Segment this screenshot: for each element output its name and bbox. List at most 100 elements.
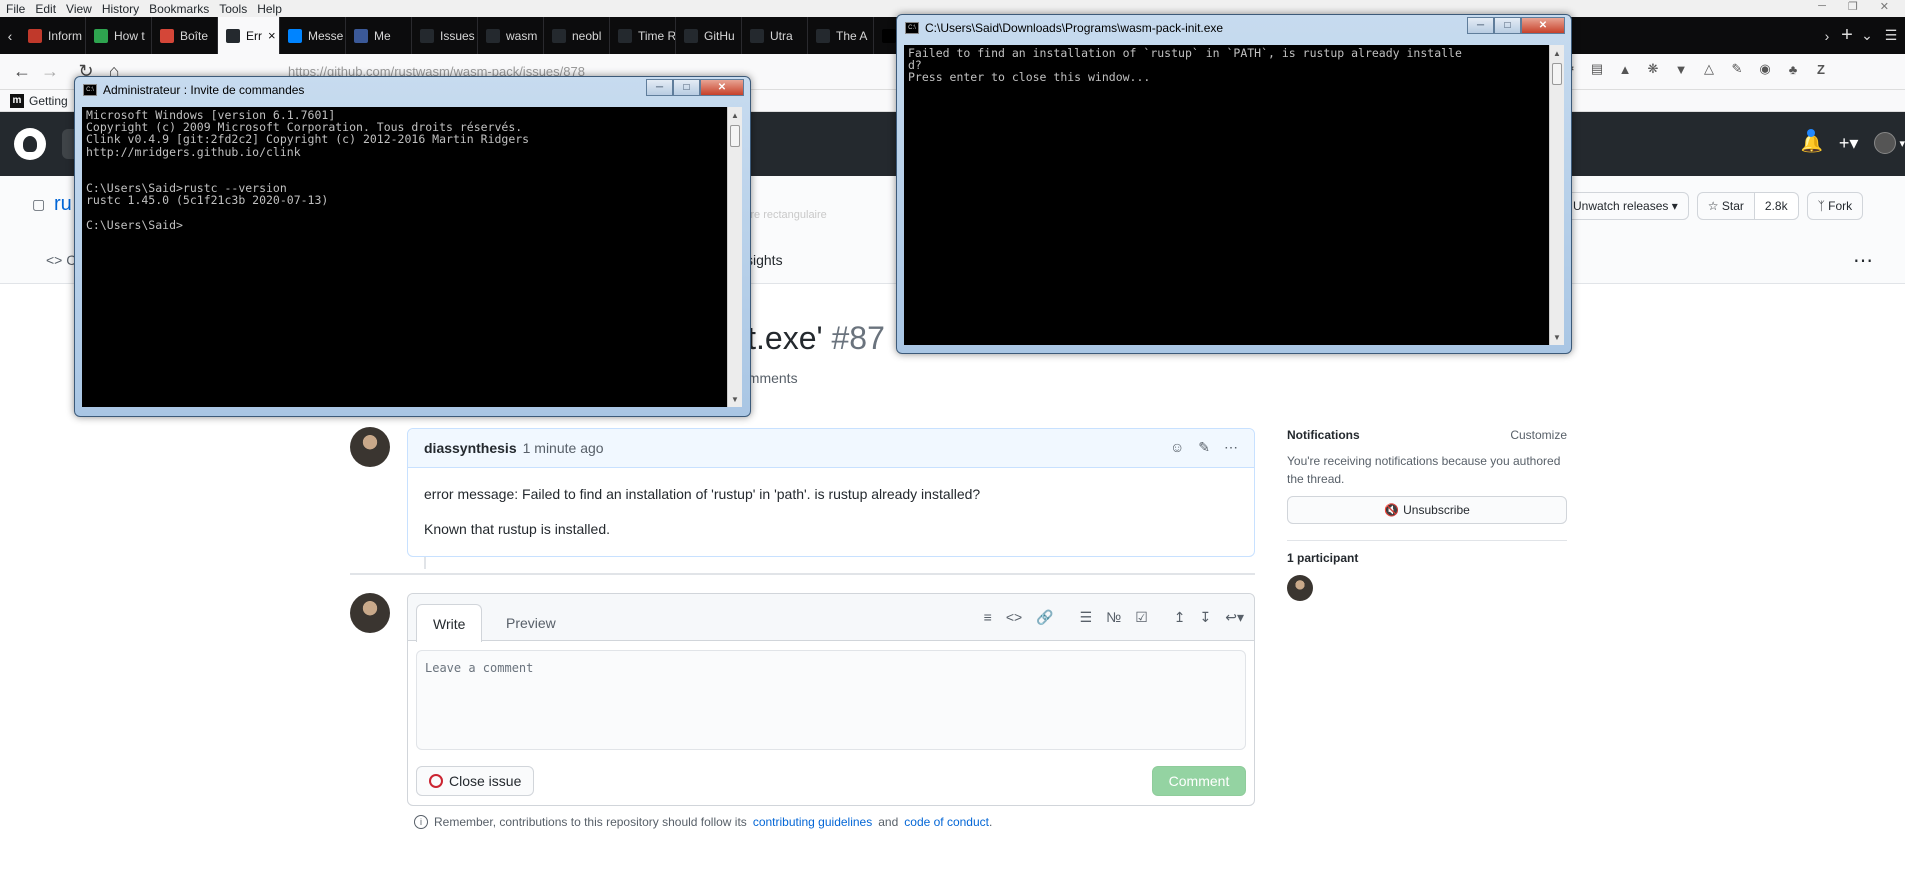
browser-tab[interactable]: Time Reco	[610, 17, 676, 54]
fork-button[interactable]: ᛉ Fork	[1806, 192, 1864, 220]
tab-scroll-left-icon[interactable]: ‹	[0, 28, 20, 44]
cmd-window[interactable]: C:\ Administrateur : Invite de commandes…	[74, 76, 751, 417]
menu-view[interactable]: View	[66, 2, 92, 16]
back-icon[interactable]: ←	[8, 58, 36, 86]
wasm-titlebar[interactable]: C:\ C:\Users\Said\Downloads\Programs\was…	[897, 15, 1571, 41]
contributing-guidelines-link[interactable]: contributing guidelines	[753, 815, 872, 829]
participant-avatar[interactable]	[1287, 575, 1313, 601]
browser-tab[interactable]: Messe	[280, 17, 346, 54]
browser-tab[interactable]: Boîte	[152, 17, 218, 54]
extension-icon[interactable]: ▼	[1672, 60, 1690, 78]
close-icon[interactable]: ✕	[1880, 0, 1889, 13]
minimize-icon[interactable]: ─	[1467, 17, 1494, 34]
bulleted-list-icon[interactable]: ☰	[1080, 609, 1093, 626]
unwatch-button[interactable]: Unwatch releases ▾	[1562, 192, 1689, 220]
browser-tab[interactable]: GitHu	[676, 17, 742, 54]
cmd-console-output[interactable]: Microsoft Windows [version 6.1.7601] Cop…	[82, 107, 727, 407]
menu-help[interactable]: Help	[257, 2, 282, 16]
hamburger-menu-icon[interactable]: ☰	[1877, 27, 1905, 44]
browser-tab[interactable]: How t	[86, 17, 152, 54]
tab-insights[interactable]: sights	[746, 252, 783, 268]
maximize-icon[interactable]: □	[1494, 17, 1521, 34]
avatar[interactable]	[350, 593, 390, 633]
close-icon[interactable]: ✕	[700, 79, 744, 96]
notification-bell-icon[interactable]: 🔔	[1801, 128, 1823, 154]
heading-icon[interactable]: ≡	[984, 609, 992, 626]
tab-scroll-right-icon[interactable]: ›	[1817, 28, 1837, 44]
menu-tools[interactable]: Tools	[219, 2, 247, 16]
maximize-icon[interactable]: □	[673, 79, 700, 96]
close-icon[interactable]: ✕	[1521, 17, 1565, 34]
extension-icon[interactable]: △	[1700, 60, 1718, 78]
browser-tab[interactable]: Utra	[742, 17, 808, 54]
browser-tab[interactable]: wasm	[478, 17, 544, 54]
cmd-scrollbar[interactable]: ▲ ▼	[727, 107, 742, 407]
extension-icon[interactable]: ❋	[1644, 60, 1662, 78]
code-icon[interactable]: <>	[1006, 609, 1022, 626]
new-tab-icon[interactable]: +	[1837, 24, 1857, 47]
scroll-down-icon[interactable]: ▼	[1550, 329, 1564, 345]
extension-icon[interactable]: ◉	[1756, 60, 1774, 78]
comment-author[interactable]: diassynthesis	[424, 440, 517, 456]
tab-preview[interactable]: Preview	[490, 604, 572, 642]
customize-link[interactable]: Customize	[1510, 428, 1567, 442]
extension-icon[interactable]: ✎	[1728, 60, 1746, 78]
star-count[interactable]: 2.8k	[1754, 192, 1799, 220]
browser-tab[interactable]: The A	[808, 17, 874, 54]
scroll-up-icon[interactable]: ▲	[728, 107, 742, 123]
repo-owner-link[interactable]: ru	[54, 193, 72, 216]
wasm-pack-init-window[interactable]: C:\ C:\Users\Said\Downloads\Programs\was…	[896, 14, 1572, 354]
avatar[interactable]	[350, 427, 390, 467]
comment-timestamp[interactable]: 1 minute ago	[523, 440, 604, 456]
cross-reference-icon[interactable]: ↧	[1200, 609, 1212, 626]
extension-icon[interactable]: ▲	[1616, 60, 1634, 78]
browser-tab[interactable]: Issues	[412, 17, 478, 54]
tab-close-icon[interactable]: ×	[268, 28, 276, 43]
code-of-conduct-link[interactable]: code of conduct	[904, 815, 989, 829]
cmd-titlebar[interactable]: C:\ Administrateur : Invite de commandes…	[75, 77, 750, 103]
comment-textarea[interactable]: Leave a comment	[416, 650, 1246, 750]
minimize-icon[interactable]: ─	[646, 79, 673, 96]
tab-code[interactable]: <> C	[46, 252, 76, 268]
wasm-scrollbar[interactable]: ▲ ▼	[1549, 45, 1564, 345]
bookmark-getting[interactable]: Getting	[29, 94, 68, 108]
menu-bookmarks[interactable]: Bookmarks	[149, 2, 209, 16]
wasm-console-output[interactable]: Failed to find an installation of `rustu…	[904, 45, 1549, 345]
scroll-up-icon[interactable]: ▲	[1550, 45, 1564, 61]
star-button[interactable]: ☆ Star	[1696, 192, 1755, 220]
scroll-thumb[interactable]	[730, 125, 740, 147]
task-list-icon[interactable]: ☑	[1135, 609, 1148, 626]
scroll-thumb[interactable]	[1552, 63, 1562, 85]
extension-icon[interactable]: Z	[1812, 60, 1830, 78]
emoji-reaction-icon[interactable]: ☺	[1170, 439, 1184, 456]
menu-file[interactable]: File	[6, 2, 25, 16]
restore-icon[interactable]: ❐	[1848, 0, 1858, 13]
create-new-icon[interactable]: +▾	[1839, 133, 1859, 154]
markdown-toolbar: ≡ <> 🔗 ☰ № ☑ ↥ ↧ ↩▾	[984, 609, 1244, 626]
document-icon[interactable]: ▤	[1588, 60, 1606, 78]
scroll-down-icon[interactable]: ▼	[728, 391, 742, 407]
github-logo-icon[interactable]	[14, 128, 46, 160]
minimize-icon[interactable]: ─	[1818, 0, 1826, 13]
browser-tab[interactable]: Err ×	[218, 17, 280, 54]
browser-tab[interactable]: Inform	[20, 17, 86, 54]
unsubscribe-button[interactable]: 🔇 Unsubscribe	[1287, 496, 1567, 524]
user-menu[interactable]: ▾	[1874, 132, 1905, 154]
tab-write[interactable]: Write	[416, 604, 483, 642]
menu-history[interactable]: History	[102, 2, 139, 16]
browser-tab[interactable]: neobl	[544, 17, 610, 54]
forward-icon[interactable]: →	[36, 58, 64, 86]
edit-pencil-icon[interactable]: ✎	[1198, 439, 1210, 456]
menu-edit[interactable]: Edit	[35, 2, 56, 16]
more-options-icon[interactable]: ⋯	[1224, 439, 1238, 456]
comment-button[interactable]: Comment	[1152, 766, 1246, 796]
close-issue-button[interactable]: Close issue	[416, 766, 535, 796]
link-icon[interactable]: 🔗	[1036, 609, 1053, 626]
browser-tab[interactable]: Me	[346, 17, 412, 54]
mention-icon[interactable]: ↥	[1174, 609, 1186, 626]
numbered-list-icon[interactable]: №	[1106, 609, 1121, 626]
more-options-icon[interactable]: ⋯	[1853, 248, 1874, 273]
extension-icon[interactable]: ♣	[1784, 60, 1802, 78]
list-all-tabs-icon[interactable]: ⌄	[1857, 27, 1877, 44]
reply-icon[interactable]: ↩▾	[1225, 609, 1244, 626]
